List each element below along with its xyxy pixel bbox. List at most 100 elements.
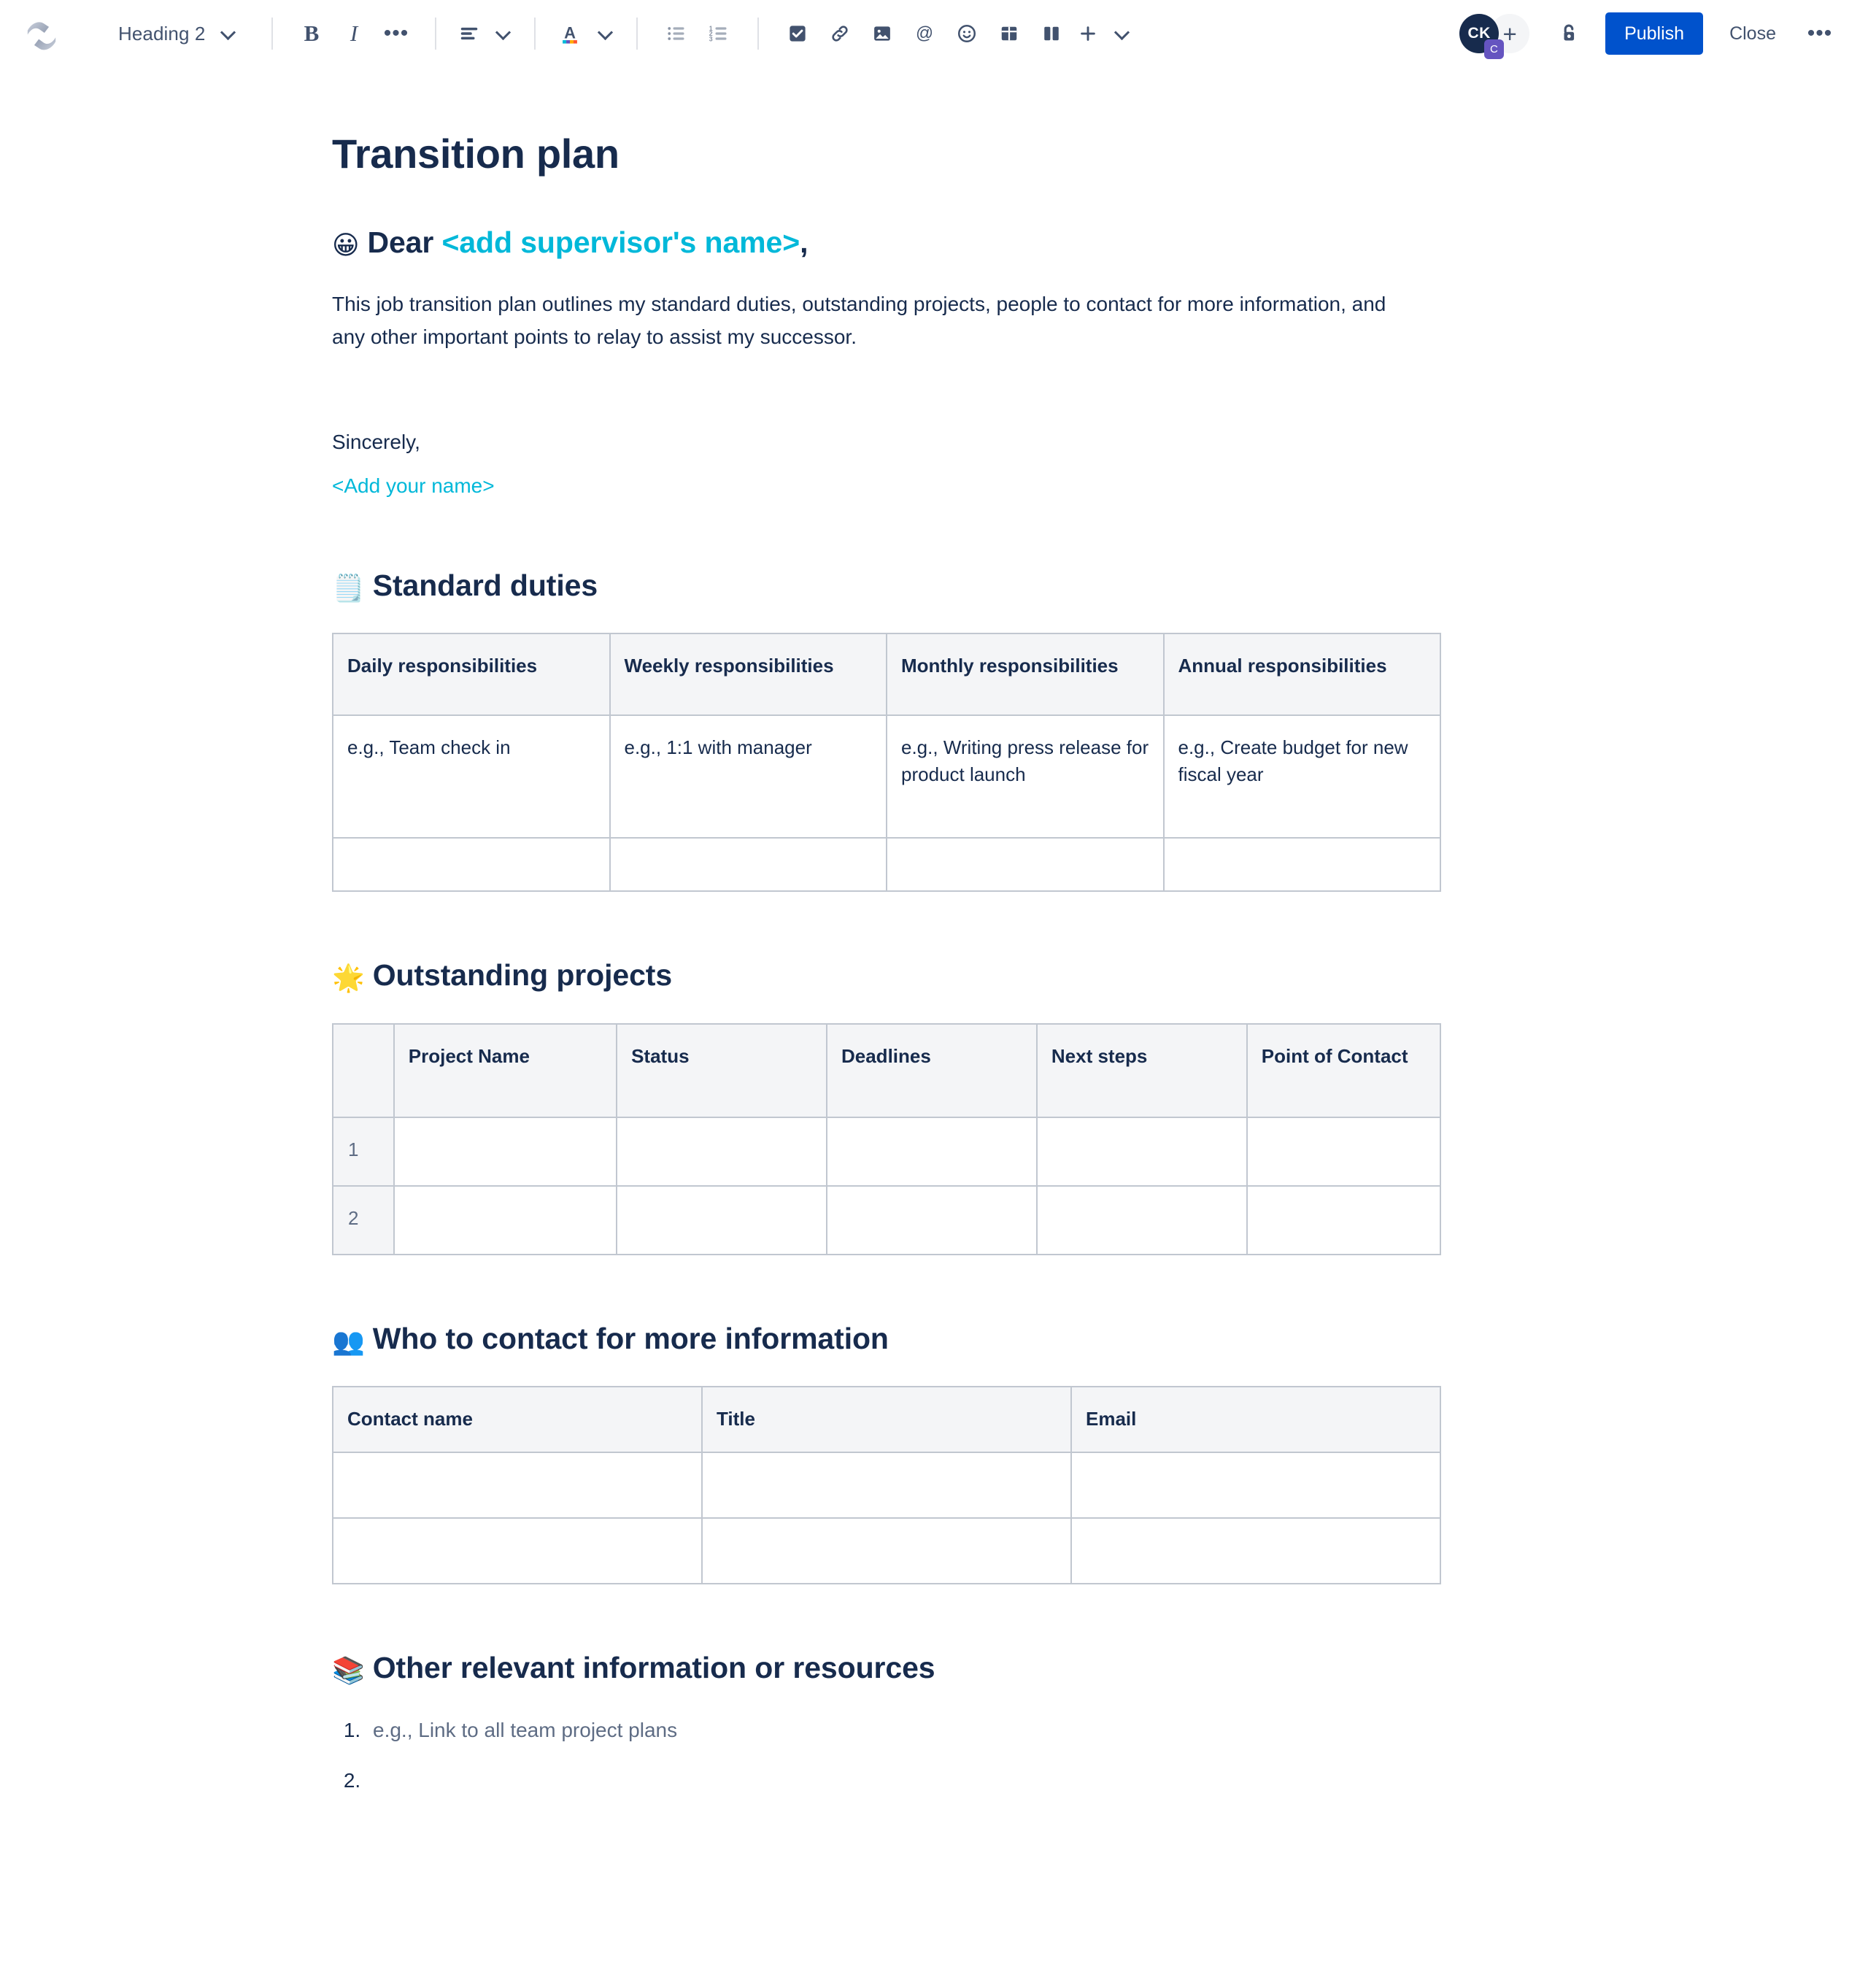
numbered-list-button[interactable]: 123: [698, 12, 740, 55]
table-cell[interactable]: [886, 837, 1165, 893]
mention-button[interactable]: @: [903, 12, 946, 55]
column-header[interactable]: Point of Contact: [1246, 1022, 1442, 1118]
table-cell[interactable]: [332, 837, 611, 893]
column-header[interactable]: Deadlines: [825, 1022, 1038, 1118]
insert-table-button[interactable]: [988, 12, 1030, 55]
table-icon: [1001, 26, 1017, 41]
table-cell[interactable]: [393, 1116, 618, 1187]
outstanding-projects-table[interactable]: Project Name Status Deadlines Next steps…: [332, 1022, 1442, 1255]
list-item[interactable]: e.g., Link to all team project plans: [366, 1715, 1441, 1746]
section-heading-who-to-contact[interactable]: 👥 Who to contact for more information: [332, 1321, 1441, 1357]
more-options-button[interactable]: •••: [1799, 12, 1840, 55]
standard-duties-table[interactable]: Daily responsibilities Weekly responsibi…: [332, 633, 1441, 893]
toolbar-divider: [435, 18, 436, 50]
table-cell[interactable]: [701, 1517, 1072, 1584]
table-cell[interactable]: [332, 1451, 703, 1519]
table-cell[interactable]: e.g., 1:1 with manager: [609, 714, 887, 839]
table-cell[interactable]: [825, 1184, 1038, 1255]
column-header[interactable]: Monthly responsibilities: [886, 633, 1165, 717]
contacts-table[interactable]: Contact name Title Email: [332, 1385, 1441, 1584]
table-cell[interactable]: [1070, 1517, 1441, 1584]
table-cell[interactable]: [616, 1116, 827, 1187]
table-cell[interactable]: [825, 1116, 1038, 1187]
busts-in-silhouette-emoji: 👥: [332, 1326, 365, 1357]
table-cell[interactable]: [616, 1184, 827, 1255]
editor-toolbar: Heading 2 B I ••• A 1 2 3 @ CK C + Publi…: [0, 0, 1868, 67]
table-cell[interactable]: [1035, 1116, 1248, 1187]
column-header[interactable]: Title: [701, 1385, 1072, 1453]
publish-button[interactable]: Publish: [1605, 12, 1704, 55]
greeting-comma: ,: [800, 226, 808, 260]
emoji-button[interactable]: [946, 12, 988, 55]
table-cell[interactable]: [332, 1517, 703, 1584]
column-header[interactable]: Project Name: [393, 1022, 618, 1118]
task-list-button[interactable]: [776, 12, 819, 55]
signature-line[interactable]: <Add your name>: [332, 470, 1390, 502]
section-heading-other-resources[interactable]: 📚 Other relevant information or resources: [332, 1650, 1441, 1686]
text-color-button[interactable]: A: [553, 12, 619, 55]
page-title[interactable]: Transition plan: [332, 130, 1441, 178]
svg-text:A: A: [564, 23, 576, 42]
mention-at-icon: @: [916, 23, 933, 43]
bold-button[interactable]: B: [290, 12, 333, 55]
greeting-text: Dear: [367, 226, 442, 260]
table-cell[interactable]: [1162, 837, 1441, 893]
chevron-down-icon: [1115, 26, 1131, 42]
bullet-list-button[interactable]: [655, 12, 698, 55]
table-cell[interactable]: [609, 837, 887, 893]
chevron-down-icon: [221, 26, 237, 42]
avatar[interactable]: CK C: [1459, 14, 1505, 59]
table-cell[interactable]: [1246, 1184, 1442, 1255]
table-header-row: Project Name Status Deadlines Next steps…: [332, 1022, 1442, 1118]
text-align-button[interactable]: [454, 12, 517, 55]
column-header[interactable]: Annual responsibilities: [1162, 633, 1441, 717]
table-cell[interactable]: [393, 1184, 618, 1255]
ellipsis-icon: •••: [1807, 21, 1833, 45]
table-cell[interactable]: [1246, 1116, 1442, 1187]
resources-list[interactable]: e.g., Link to all team project plans: [332, 1715, 1441, 1796]
close-button[interactable]: Close: [1713, 12, 1792, 55]
more-formatting-button[interactable]: •••: [375, 12, 417, 55]
page-layout-button[interactable]: [1030, 12, 1073, 55]
column-header[interactable]: Next steps: [1035, 1022, 1248, 1118]
table-cell[interactable]: [1035, 1184, 1248, 1255]
restrictions-button[interactable]: [1548, 13, 1589, 54]
table-cell[interactable]: [1070, 1451, 1441, 1519]
table-cell[interactable]: e.g., Team check in: [332, 714, 611, 839]
table-header-row: Daily responsibilities Weekly responsibi…: [332, 633, 1441, 717]
italic-button[interactable]: I: [333, 12, 375, 55]
emoji-smiley-icon: [957, 24, 976, 43]
link-button[interactable]: [819, 12, 861, 55]
insert-more-button[interactable]: [1073, 12, 1135, 55]
confluence-logo[interactable]: [25, 17, 58, 50]
text-style-label: Heading 2: [118, 22, 206, 45]
column-header[interactable]: Email: [1070, 1385, 1441, 1453]
toolbar-divider: [757, 18, 759, 50]
document-editor-canvas[interactable]: Transition plan 😀 Dear <add supervisor's …: [0, 67, 1868, 1796]
section-heading-standard-duties[interactable]: 🗒️ Standard duties: [332, 568, 1441, 604]
column-header[interactable]: Weekly responsibilities: [609, 633, 887, 717]
column-header[interactable]: Contact name: [332, 1385, 703, 1453]
table-cell[interactable]: e.g., Writing press release for product …: [886, 714, 1165, 839]
column-header[interactable]: Daily responsibilities: [332, 633, 611, 717]
italic-icon: I: [350, 20, 358, 46]
text-style-dropdown[interactable]: Heading 2: [108, 13, 254, 54]
ellipsis-icon: •••: [383, 21, 409, 45]
column-header[interactable]: Status: [616, 1022, 827, 1118]
row-number[interactable]: 1: [332, 1116, 395, 1187]
list-item[interactable]: [366, 1765, 1441, 1796]
signoff-text[interactable]: Sincerely,: [332, 426, 1390, 458]
intro-paragraph[interactable]: This job transition plan outlines my sta…: [332, 288, 1390, 352]
section-heading-outstanding-projects[interactable]: 🌟 Outstanding projects: [332, 958, 1441, 993]
table-cell[interactable]: e.g., Create budget for new fiscal year: [1162, 714, 1441, 839]
your-name-placeholder[interactable]: <Add your name>: [332, 474, 495, 497]
supervisor-name-placeholder[interactable]: <add supervisor's name>: [442, 226, 800, 259]
row-number[interactable]: 2: [332, 1184, 395, 1255]
task-checkbox-icon: [790, 26, 806, 42]
table-cell[interactable]: [701, 1451, 1072, 1519]
section-heading-label: Who to contact for more information: [372, 1321, 889, 1355]
toolbar-group-insert: @: [776, 12, 1135, 55]
row-number-column-header[interactable]: [332, 1022, 395, 1118]
image-button[interactable]: [861, 12, 903, 55]
greeting-heading[interactable]: 😀 Dear <add supervisor's name>,: [332, 225, 1441, 261]
